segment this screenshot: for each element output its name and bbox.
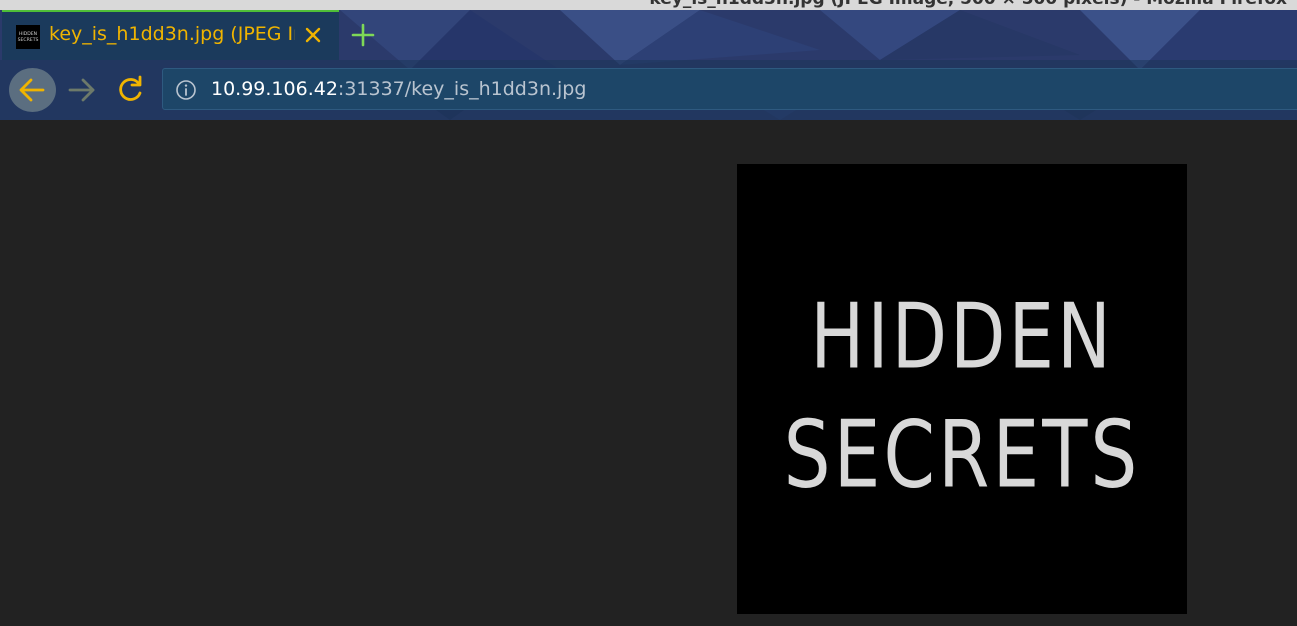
window-title: key_is_h1dd3n.jpg (JPEG Image, 500 × 500… [649,0,1287,9]
close-icon[interactable] [302,24,324,46]
forward-button[interactable] [62,68,102,112]
image-text-hidden: HIDDEN [810,283,1114,389]
url-text[interactable]: 10.99.106.42:31337/key_is_h1dd3n.jpg [211,78,586,100]
arrow-left-icon [19,78,45,102]
reload-icon [119,75,142,101]
url-path: :31337/key_is_h1dd3n.jpg [337,78,587,100]
title-bar: key_is_h1dd3n.jpg (JPEG Image, 500 × 500… [0,0,1297,10]
browser-window: key_is_h1dd3n.jpg (JPEG Image, 500 × 500… [0,0,1297,626]
favicon-text-1: HIDDEN [19,31,37,37]
back-button[interactable] [9,68,56,112]
tab-favicon-icon: HIDDEN SECRETS [16,25,40,49]
image-text-secrets: SECRETS [783,401,1141,509]
tab-title: key_is_h1dd3n.jpg (JPEG Image, 500 × 500… [49,23,295,45]
favicon-text-2: SECRETS [18,37,39,43]
displayed-image[interactable]: HIDDEN SECRETS [737,164,1187,614]
browser-chrome: HIDDEN SECRETS key_is_h1dd3n.jpg (JPEG I… [0,10,1297,120]
reload-button[interactable] [110,68,150,112]
tab-active[interactable]: HIDDEN SECRETS key_is_h1dd3n.jpg (JPEG I… [2,10,339,60]
arrow-right-icon [68,78,95,102]
info-icon[interactable] [175,79,197,101]
url-bar[interactable]: 10.99.106.42:31337/key_is_h1dd3n.jpg [162,68,1297,110]
url-host: 10.99.106.42 [211,78,338,100]
navigation-toolbar: 10.99.106.42:31337/key_is_h1dd3n.jpg [0,60,1297,120]
page-content: HIDDEN SECRETS [0,120,1297,626]
plus-icon[interactable] [350,22,376,48]
